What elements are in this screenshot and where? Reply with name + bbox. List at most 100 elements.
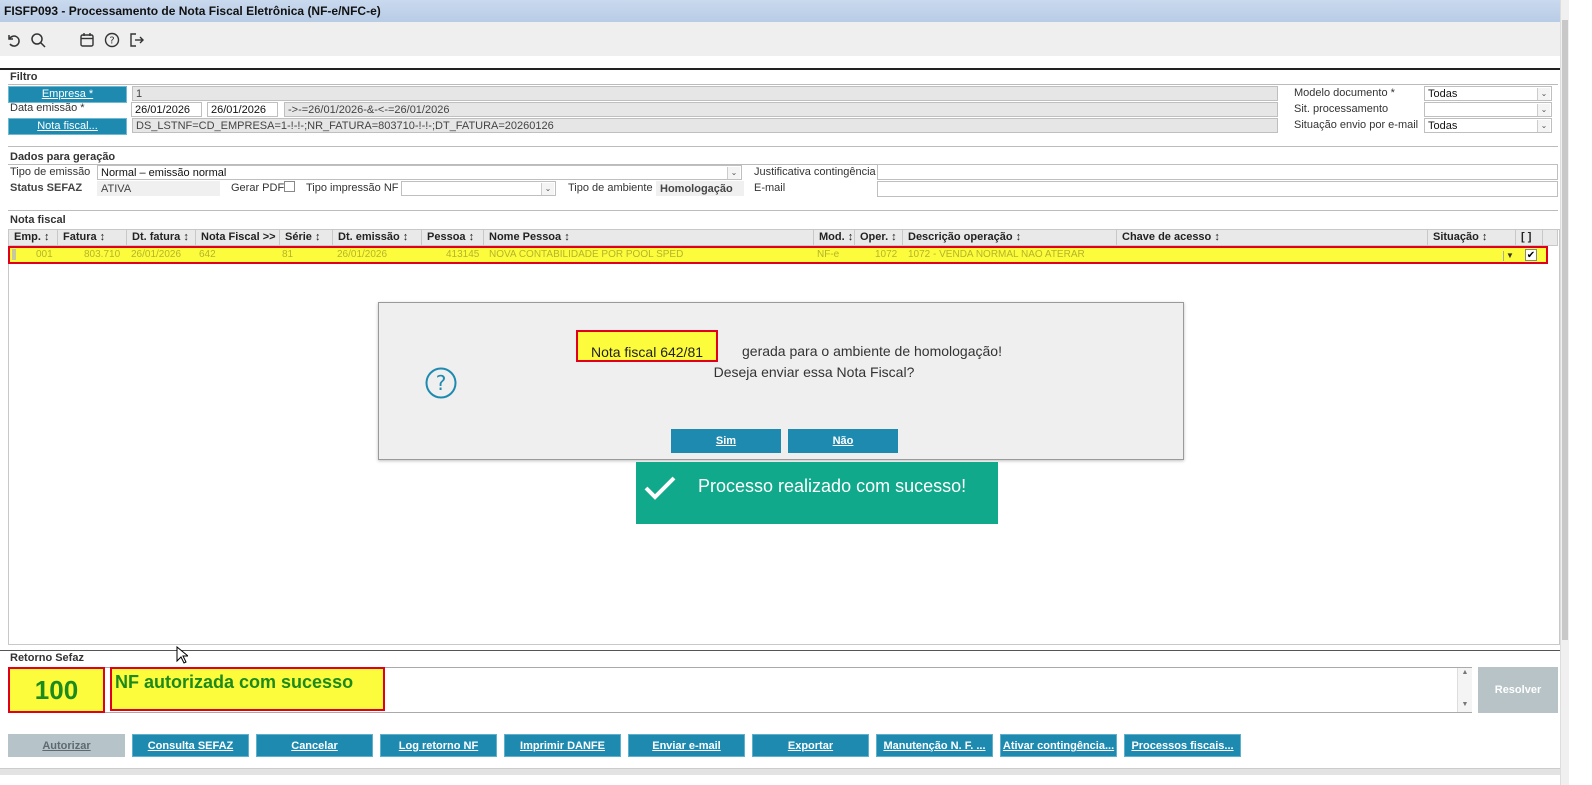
retorno-scrollbar[interactable]: ▲ ▼ bbox=[1457, 668, 1472, 712]
ativar-contingencia-button[interactable]: Ativar contingência... bbox=[1000, 734, 1117, 757]
gerar-pdf-label: Gerar PDF bbox=[231, 182, 285, 194]
divider bbox=[0, 68, 1560, 70]
divider bbox=[8, 210, 1558, 211]
gerar-pdf-checkbox[interactable] bbox=[284, 181, 295, 192]
col-emp[interactable]: Emp. ↕ bbox=[9, 230, 58, 245]
nota-fiscal-button[interactable]: Nota fiscal... bbox=[8, 118, 127, 135]
col-fatura[interactable]: Fatura ↕ bbox=[58, 230, 127, 245]
processos-fiscais-button[interactable]: Processos fiscais... bbox=[1124, 734, 1241, 757]
modelo-documento-select[interactable]: Todas ⌄ bbox=[1424, 86, 1552, 101]
retorno-message: NF autorizada com sucesso bbox=[110, 667, 385, 711]
data-emissao-label: Data emissão * bbox=[10, 102, 85, 114]
status-sefaz-value: ATIVA bbox=[97, 181, 220, 196]
enviar-email-button[interactable]: Enviar e-mail bbox=[628, 734, 745, 757]
empresa-button[interactable]: Empresa * bbox=[8, 86, 127, 103]
question-icon: ? bbox=[425, 367, 457, 399]
manutencao-nf-button[interactable]: Manutenção N. F. ... bbox=[876, 734, 993, 757]
col-dt-emissao[interactable]: Dt. emissão ↕ bbox=[333, 230, 422, 245]
exit-icon[interactable] bbox=[128, 31, 146, 49]
dialog-message-rest: gerada para o ambiente de homologação! bbox=[742, 343, 1002, 359]
col-dt-fatura[interactable]: Dt. fatura ↕ bbox=[127, 230, 196, 245]
horizontal-scrollbar[interactable] bbox=[0, 768, 1560, 775]
col-mod[interactable]: Mod. ↕ bbox=[814, 230, 855, 245]
mouse-cursor-icon bbox=[176, 645, 190, 664]
cell-nota-fiscal: 642 bbox=[199, 249, 216, 260]
cell-dt-emissao: 26/01/2026 bbox=[337, 249, 388, 260]
cell-emp: 001 bbox=[36, 249, 53, 260]
nota-fiscal-title: Nota fiscal bbox=[10, 214, 66, 226]
data-emissao-expression: ->-=26/01/2026-&-<-=26/01/2026 bbox=[284, 102, 1278, 117]
situacao-email-value: Todas bbox=[1428, 120, 1458, 132]
col-chave[interactable]: Chave de acesso ↕ bbox=[1117, 230, 1428, 245]
chevron-down-icon[interactable]: ⌄ bbox=[541, 183, 554, 195]
status-sefaz-label: Status SEFAZ bbox=[10, 182, 83, 194]
autorizar-button[interactable]: Autorizar bbox=[8, 734, 125, 757]
cell-serie: 81 bbox=[282, 249, 294, 260]
page-scrollbar[interactable] bbox=[1560, 0, 1569, 785]
col-nota-fiscal[interactable]: Nota Fiscal >> bbox=[196, 230, 280, 245]
data-emissao-ate-input[interactable]: 26/01/2026 bbox=[207, 102, 278, 117]
exportar-button[interactable]: Exportar bbox=[752, 734, 869, 757]
col-descricao[interactable]: Descrição operação ↕ bbox=[903, 230, 1117, 245]
data-emissao-de-input[interactable]: 26/01/2026 bbox=[131, 102, 202, 117]
search-icon[interactable] bbox=[29, 31, 47, 49]
cell-dt-fatura: 26/01/2026 bbox=[131, 249, 182, 260]
cell-fatura: 803.710 bbox=[84, 249, 121, 260]
cancelar-button[interactable]: Cancelar bbox=[256, 734, 373, 757]
resolver-button[interactable]: Resolver bbox=[1478, 667, 1558, 713]
undo-icon[interactable] bbox=[4, 31, 22, 49]
row-select-checkbox[interactable]: ✔ bbox=[1525, 249, 1537, 261]
divider bbox=[8, 146, 1558, 147]
chevron-down-icon[interactable]: ⌄ bbox=[1537, 120, 1550, 132]
svg-text:?: ? bbox=[436, 371, 447, 395]
modelo-documento-value: Todas bbox=[1428, 88, 1458, 100]
col-oper[interactable]: Oper. ↕ bbox=[855, 230, 903, 245]
chevron-down-icon[interactable]: ⌄ bbox=[1537, 104, 1550, 116]
calendar-icon[interactable] bbox=[78, 31, 96, 49]
col-situacao[interactable]: Situação ↕ bbox=[1428, 230, 1516, 245]
table-row[interactable]: 001 803.710 26/01/2026 642 81 26/01/2026… bbox=[8, 246, 1548, 264]
tipo-impressao-select[interactable]: ⌄ bbox=[401, 181, 556, 196]
chevron-down-icon[interactable]: ▼ bbox=[1503, 251, 1516, 261]
cell-descricao: 1072 - VENDA NORMAL NAO ATERAR bbox=[908, 249, 1085, 260]
checkmark-icon bbox=[642, 474, 678, 502]
justificativa-label: Justificativa contingência bbox=[754, 166, 876, 178]
toast-message: Processo realizado com sucesso! bbox=[698, 476, 967, 496]
col-serie[interactable]: Série ↕ bbox=[280, 230, 333, 245]
col-nome-pessoa[interactable]: Nome Pessoa ↕ bbox=[484, 230, 814, 245]
cell-mod: NF-e bbox=[817, 249, 840, 260]
tipo-emissao-select[interactable]: Normal – emissão normal ⌄ bbox=[97, 165, 742, 180]
window-title: FISFP093 - Processamento de Nota Fiscal … bbox=[0, 0, 1560, 22]
situacao-email-select[interactable]: Todas ⌄ bbox=[1424, 118, 1552, 133]
confirm-dialog: ? Nota fiscal 642/81 gerada para o ambie… bbox=[378, 302, 1184, 460]
consulta-sefaz-button[interactable]: Consulta SEFAZ bbox=[132, 734, 249, 757]
sit-processamento-select[interactable]: ⌄ bbox=[1424, 102, 1552, 117]
cell-pessoa: 413145 bbox=[446, 249, 480, 260]
tipo-emissao-label: Tipo de emissão bbox=[10, 166, 91, 178]
tipo-ambiente-label: Tipo de ambiente bbox=[568, 182, 653, 194]
justificativa-input[interactable] bbox=[877, 164, 1558, 180]
col-pessoa[interactable]: Pessoa ↕ bbox=[422, 230, 484, 245]
help-icon[interactable]: ? bbox=[103, 31, 121, 49]
cell-nome-pessoa: NOVA CONTABILIDADE POR POOL SPED bbox=[489, 249, 684, 260]
sit-processamento-label: Sit. processamento bbox=[1294, 103, 1389, 115]
tipo-impressao-label: Tipo impressão NF bbox=[306, 182, 399, 194]
filtro-title: Filtro bbox=[10, 71, 38, 83]
divider bbox=[8, 84, 1558, 85]
log-retorno-button[interactable]: Log retorno NF bbox=[380, 734, 497, 757]
toolbar: ? bbox=[0, 22, 1560, 56]
nota-fiscal-highlight: Nota fiscal 642/81 bbox=[576, 330, 718, 362]
modelo-documento-label: Modelo documento * bbox=[1294, 87, 1395, 99]
col-select[interactable]: [ ] bbox=[1516, 230, 1543, 245]
chevron-down-icon[interactable]: ⌄ bbox=[727, 167, 740, 179]
imprimir-danfe-button[interactable]: Imprimir DANFE bbox=[504, 734, 621, 757]
retorno-code: 100 bbox=[8, 667, 105, 713]
empresa-field[interactable]: 1 bbox=[132, 86, 1278, 101]
dados-title: Dados para geração bbox=[10, 151, 116, 163]
nao-button[interactable]: Não bbox=[788, 429, 898, 453]
divider bbox=[0, 650, 1560, 651]
chevron-down-icon[interactable]: ⌄ bbox=[1537, 88, 1550, 100]
sim-button[interactable]: Sim bbox=[671, 429, 781, 453]
email-input[interactable] bbox=[877, 181, 1558, 197]
retorno-title: Retorno Sefaz bbox=[10, 652, 84, 664]
